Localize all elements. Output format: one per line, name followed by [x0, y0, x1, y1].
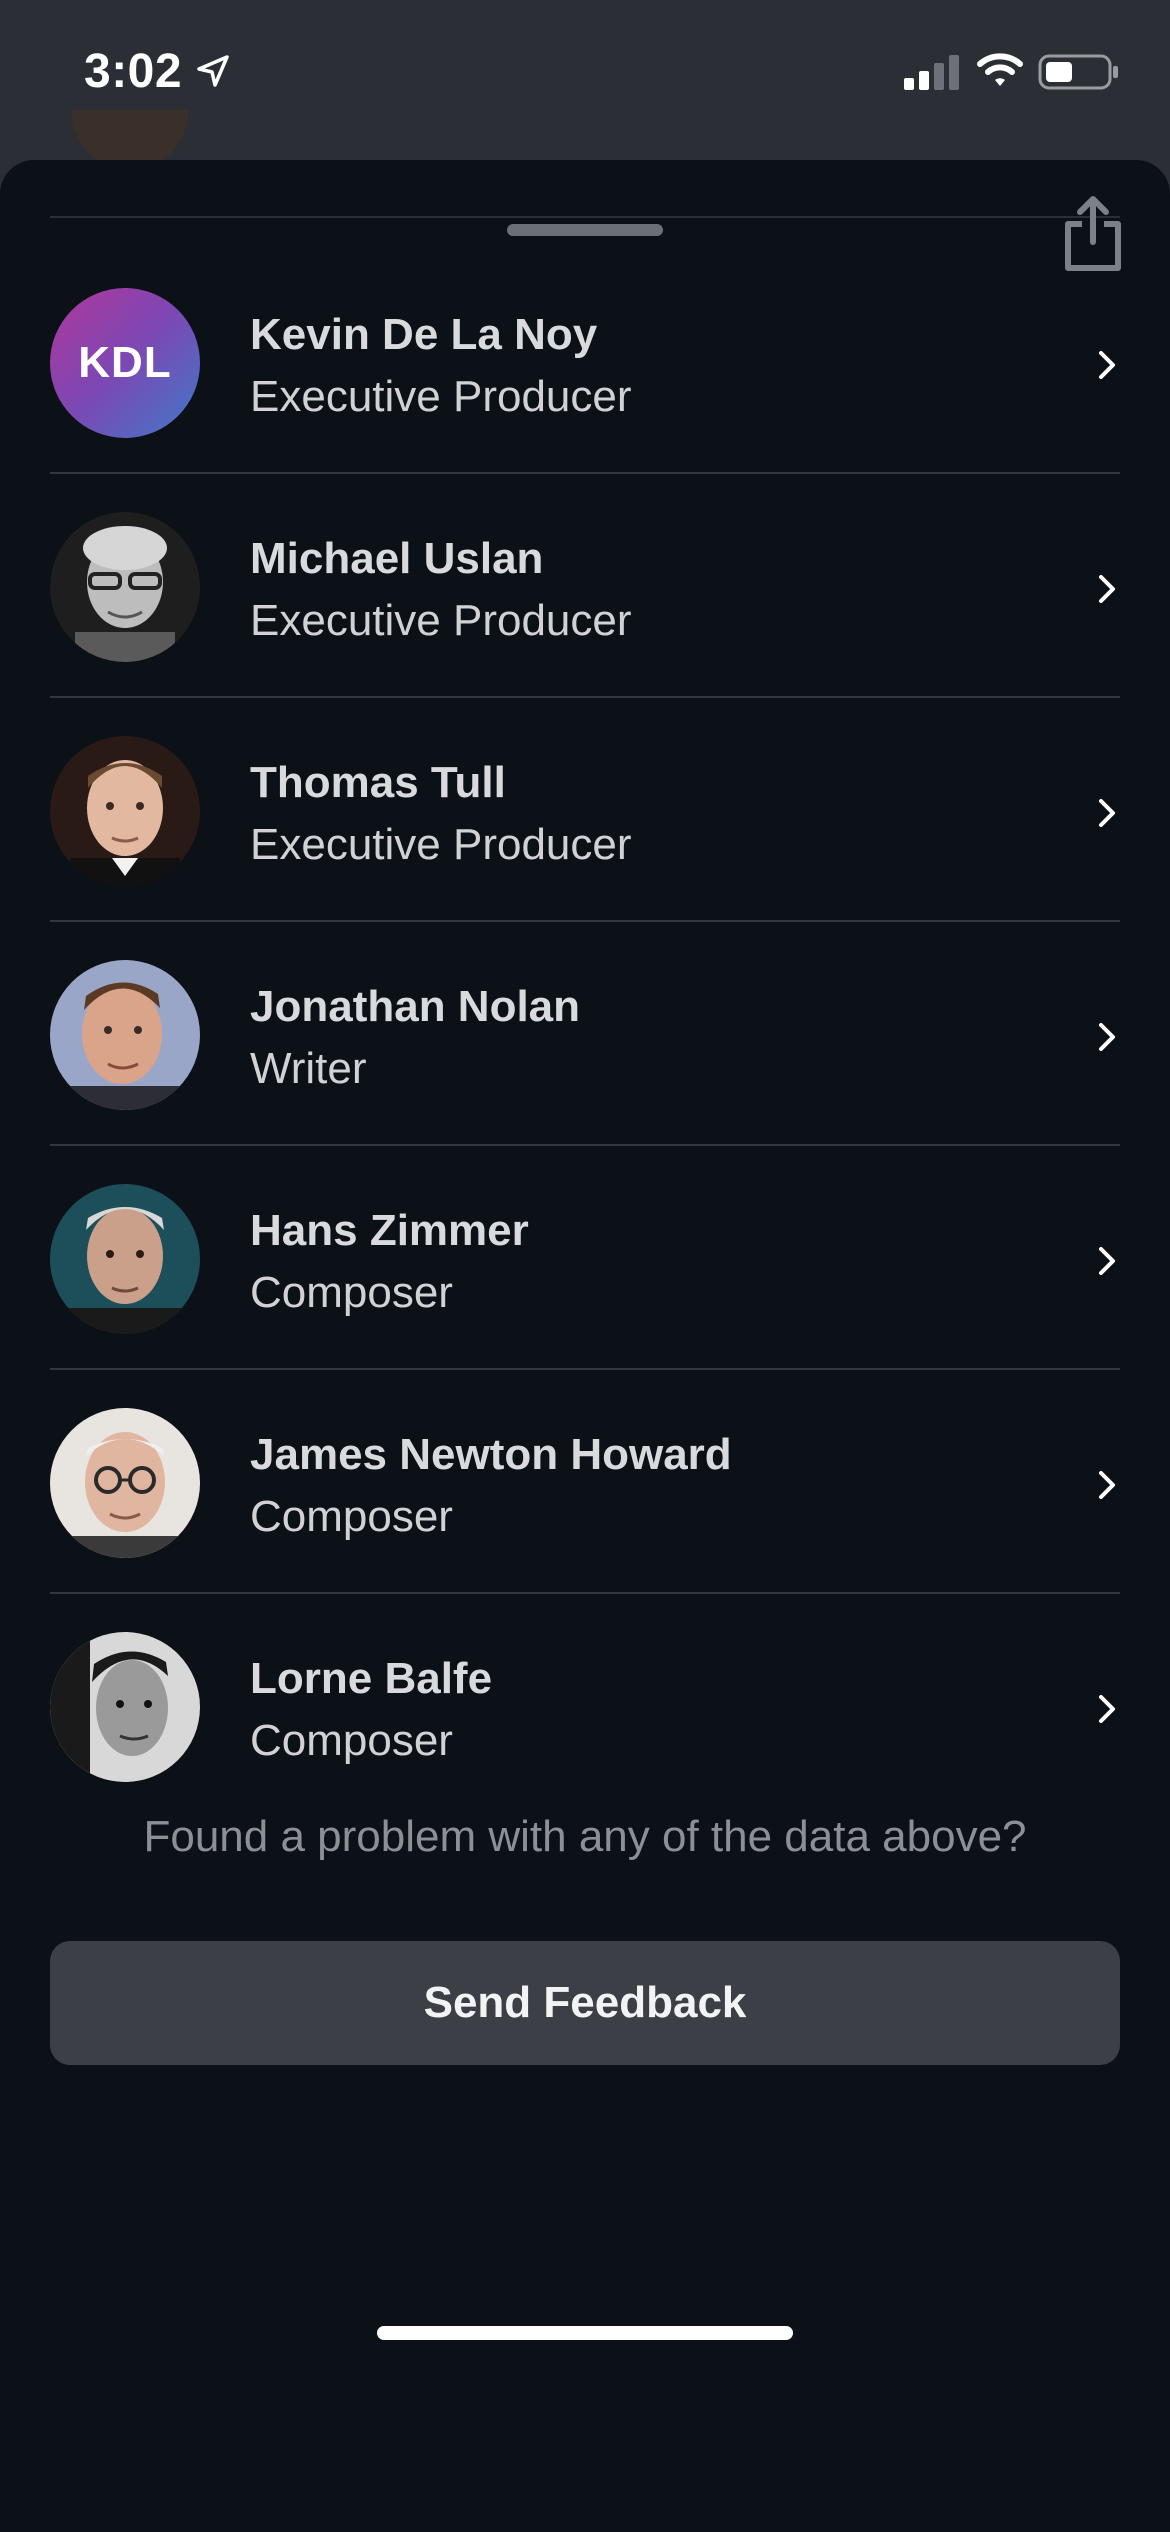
- feedback-prompt: Found a problem with any of the data abo…: [143, 1812, 1027, 1861]
- credits-sheet: KDL Kevin De La Noy Executive Producer M…: [0, 160, 1170, 2532]
- person-name: Kevin De La Noy: [250, 310, 598, 359]
- sheet-divider: [50, 216, 1120, 218]
- person-role: Executive Producer: [250, 372, 632, 421]
- chevron-right-icon: [1099, 799, 1115, 827]
- avatar-initials: KDL: [50, 288, 200, 438]
- person-role: Composer: [250, 1492, 453, 1541]
- send-feedback-button[interactable]: Send Feedback: [50, 1941, 1120, 2065]
- status-time: 3:02: [84, 45, 183, 98]
- avatar-photo: [50, 736, 200, 886]
- person-role: Writer: [250, 1044, 367, 1093]
- credit-row[interactable]: Jonathan Nolan Writer: [0, 922, 1170, 1146]
- chevron-right-icon: [1099, 575, 1115, 603]
- sheet-drag-handle[interactable]: [507, 224, 663, 236]
- chevron-right-icon: [1099, 1695, 1115, 1723]
- person-name: Lorne Balfe: [250, 1654, 493, 1703]
- avatar-photo: [50, 1408, 200, 1558]
- person-role: Composer: [250, 1268, 453, 1317]
- avatar-photo: [50, 512, 200, 662]
- chevron-right-icon: [1099, 1471, 1115, 1499]
- person-role: Executive Producer: [250, 596, 632, 645]
- person-name: Hans Zimmer: [250, 1206, 529, 1255]
- person-role: Executive Producer: [250, 820, 632, 869]
- credit-row[interactable]: Michael Uslan Executive Producer: [0, 474, 1170, 698]
- avatar-photo: [50, 1632, 200, 1782]
- credit-row[interactable]: Hans Zimmer Composer: [0, 1146, 1170, 1370]
- person-name: Michael Uslan: [250, 534, 544, 583]
- avatar-photo: [50, 960, 200, 1110]
- person-name: Thomas Tull: [250, 758, 506, 807]
- home-indicator[interactable]: [377, 2326, 793, 2340]
- credit-row[interactable]: James Newton Howard Composer: [0, 1370, 1170, 1594]
- credit-row[interactable]: Thomas Tull Executive Producer: [0, 698, 1170, 922]
- chevron-right-icon: [1099, 351, 1115, 379]
- cellular-signal-icon: [904, 55, 959, 90]
- credit-row[interactable]: KDL Kevin De La Noy Executive Producer: [0, 250, 1170, 474]
- location-arrow-icon: [197, 55, 229, 87]
- wifi-icon: [977, 53, 1023, 86]
- screen: 3:02 KDL Kevin De La Noy Executive Produ…: [0, 0, 1170, 2532]
- person-name: James Newton Howard: [250, 1430, 732, 1479]
- person-role: Composer: [250, 1716, 453, 1765]
- avatar-photo: [50, 1184, 200, 1334]
- credits-list: KDL Kevin De La Noy Executive Producer M…: [0, 250, 1170, 1818]
- chevron-right-icon: [1099, 1023, 1115, 1051]
- credit-row[interactable]: Lorne Balfe Composer: [0, 1594, 1170, 1818]
- person-name: Jonathan Nolan: [250, 982, 581, 1031]
- battery-icon: [1038, 54, 1118, 90]
- chevron-right-icon: [1099, 1247, 1115, 1275]
